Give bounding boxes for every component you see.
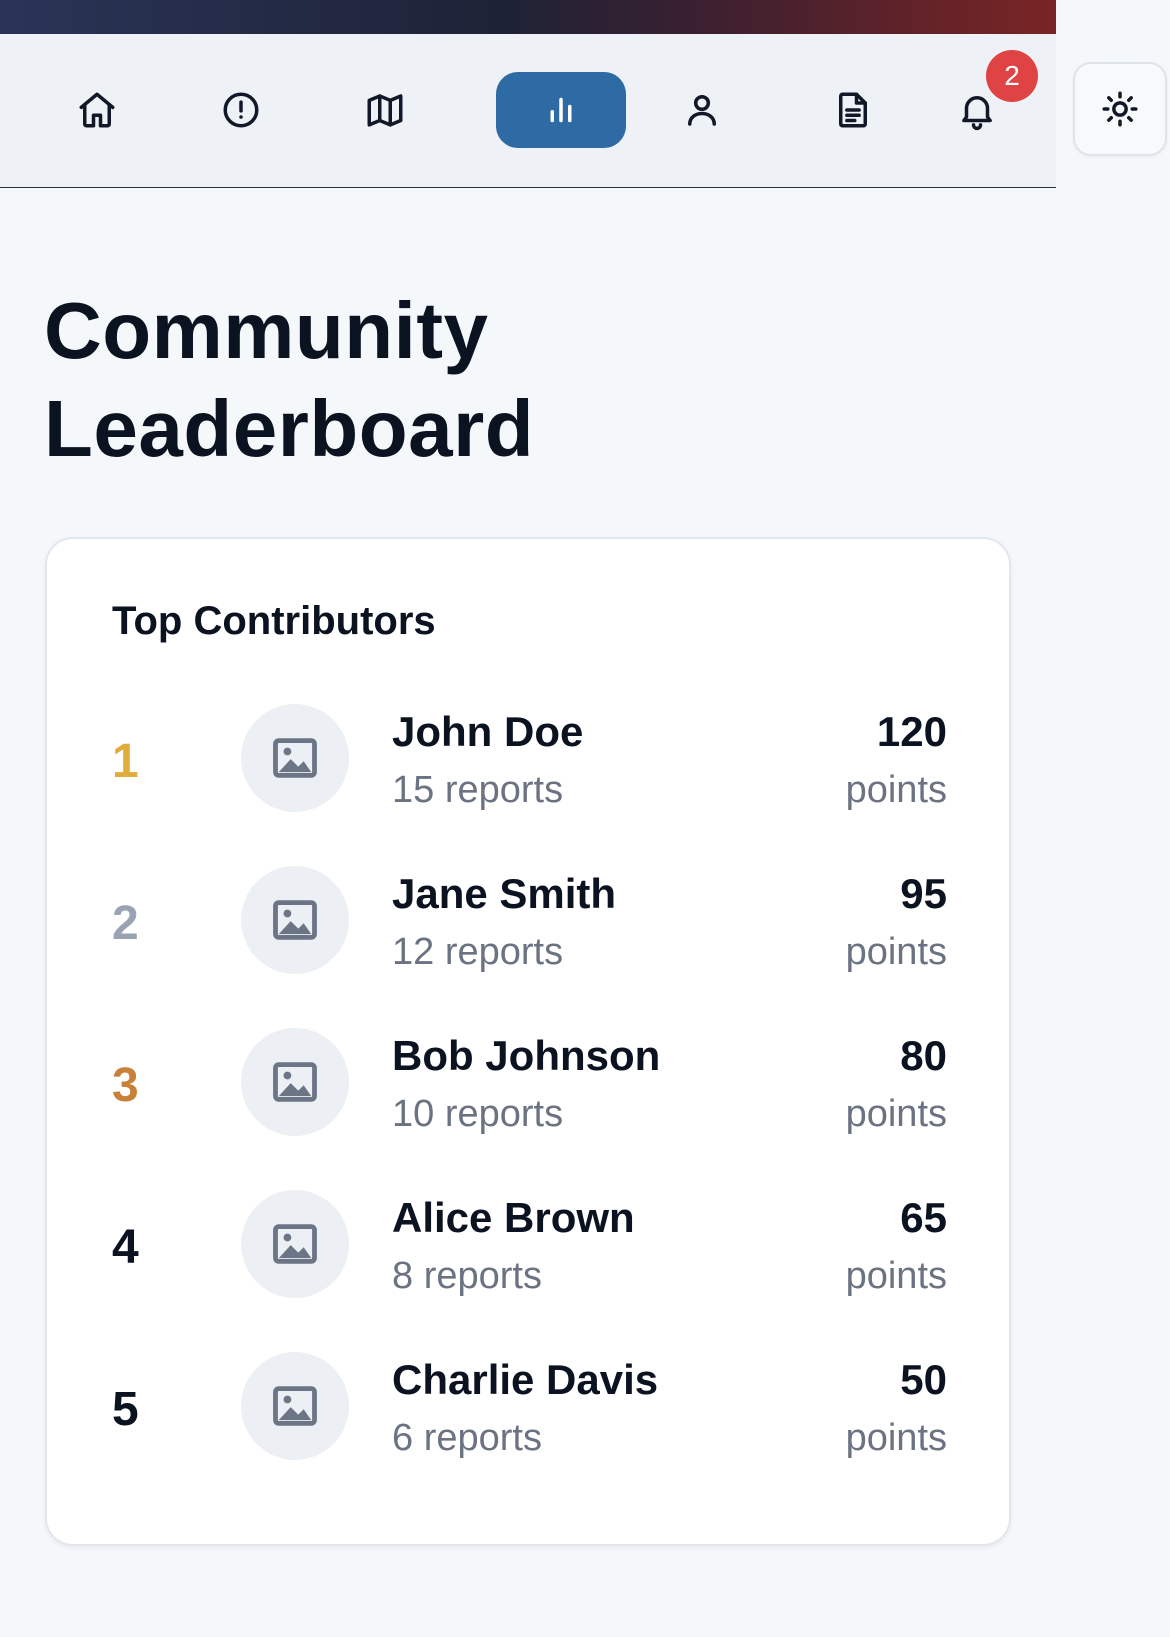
home-icon xyxy=(79,92,115,128)
bar-chart-icon xyxy=(550,97,572,123)
leaderboard-row[interactable]: 3 Bob Johnson 10 reports 80 points xyxy=(47,1028,1013,1190)
points-label: points xyxy=(845,769,947,811)
document-icon xyxy=(839,92,867,128)
rank-number: 3 xyxy=(112,1059,139,1112)
points-value: 80 xyxy=(900,1032,947,1079)
sun-icon xyxy=(1102,91,1138,127)
report-count: 15 reports xyxy=(392,769,564,811)
points-label: points xyxy=(845,1417,947,1459)
points-label: points xyxy=(845,1255,947,1297)
points-value: 120 xyxy=(876,708,947,755)
image-placeholder-icon xyxy=(273,1386,317,1426)
points-label: points xyxy=(845,1093,947,1135)
rank-number: 1 xyxy=(112,735,139,788)
top-navigation-bar: 2 xyxy=(0,0,1056,188)
theme-toggle-button[interactable] xyxy=(1073,62,1167,156)
leaderboard-row[interactable]: 4 Alice Brown 8 reports 65 points xyxy=(47,1190,1013,1352)
header-gradient-strip xyxy=(0,0,1056,34)
avatar xyxy=(241,1190,349,1298)
user-icon xyxy=(688,94,716,126)
image-placeholder-icon xyxy=(273,1062,317,1102)
image-placeholder-icon xyxy=(273,1224,317,1264)
leaderboard-list: 1 John Doe 15 reports 120 points 2 Jane … xyxy=(47,704,1013,1514)
nav-reports-button[interactable] xyxy=(788,72,918,148)
report-count: 8 reports xyxy=(392,1255,542,1297)
points-label: points xyxy=(845,931,947,973)
leaderboard-row[interactable]: 1 John Doe 15 reports 120 points xyxy=(47,704,1013,866)
avatar xyxy=(241,1028,349,1136)
page-title: Community Leaderboard xyxy=(44,286,535,473)
alert-circle-icon xyxy=(223,92,259,128)
report-count: 10 reports xyxy=(392,1093,564,1135)
points-value: 95 xyxy=(900,870,947,917)
contributor-name: Jane Smith xyxy=(392,870,617,917)
report-count: 6 reports xyxy=(392,1417,542,1459)
avatar xyxy=(241,866,349,974)
image-placeholder-icon xyxy=(273,900,317,940)
report-count: 12 reports xyxy=(392,931,564,973)
nav-home-button[interactable] xyxy=(32,72,162,148)
nav-profile-button[interactable] xyxy=(637,72,767,148)
nav-map-button[interactable] xyxy=(320,72,450,148)
nav-alerts-button[interactable] xyxy=(176,72,306,148)
rank-number: 4 xyxy=(112,1221,139,1274)
points-value: 65 xyxy=(900,1194,947,1241)
leaderboard-card: Top Contributors 1 John Doe 15 reports 1… xyxy=(45,537,1011,1546)
points-value: 50 xyxy=(900,1356,947,1403)
rank-number: 2 xyxy=(112,897,139,950)
avatar xyxy=(241,1352,349,1460)
nav-leaderboard-button[interactable] xyxy=(496,72,626,148)
image-placeholder-icon xyxy=(273,738,317,778)
avatar xyxy=(241,704,349,812)
leaderboard-row[interactable]: 5 Charlie Davis 6 reports 50 points xyxy=(47,1352,1013,1514)
contributor-name: Bob Johnson xyxy=(392,1032,661,1079)
rank-number: 5 xyxy=(112,1383,139,1436)
notification-count-badge: 2 xyxy=(986,50,1038,102)
leaderboard-row[interactable]: 2 Jane Smith 12 reports 95 points xyxy=(47,866,1013,1028)
card-title: Top Contributors xyxy=(112,599,436,643)
contributor-name: Alice Brown xyxy=(392,1194,635,1241)
nav-icons xyxy=(0,34,1056,188)
map-icon xyxy=(367,94,403,127)
contributor-name: Charlie Davis xyxy=(392,1356,659,1403)
bell-icon xyxy=(962,96,992,131)
contributor-name: John Doe xyxy=(392,708,584,755)
